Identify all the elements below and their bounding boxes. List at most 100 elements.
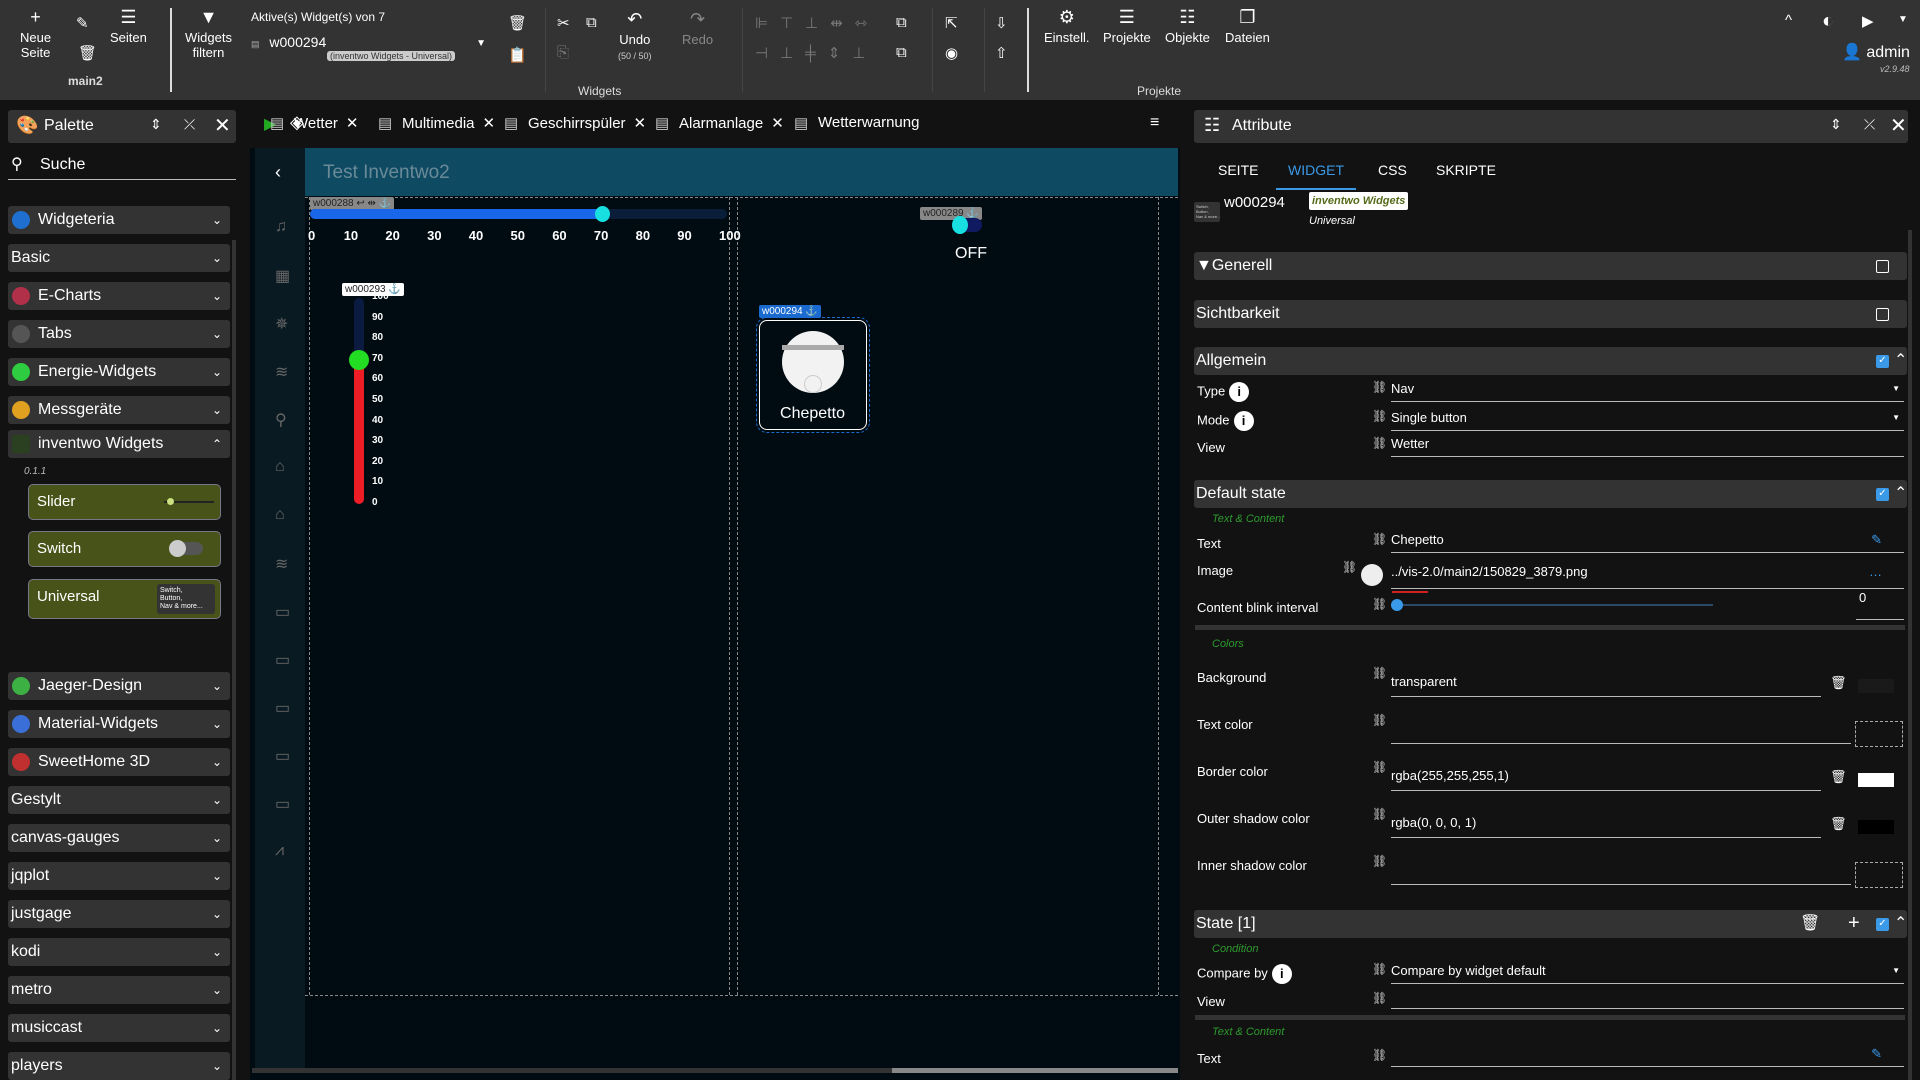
color-input[interactable]: rgba(0, 0, 0, 1) <box>1391 812 1821 838</box>
objects-button[interactable]: ☷ Objekte <box>1165 8 1210 45</box>
copy-icon[interactable]: ⧉ <box>586 14 597 31</box>
section-state-1[interactable]: State [1] 🗑 + ✓ ⌃ <box>1194 910 1907 938</box>
nav-icon[interactable]: ▭ <box>275 794 290 814</box>
tab-view[interactable]: ▤ Wetterwarnung <box>794 114 919 132</box>
delete-widget-icon[interactable]: 🗑 <box>508 14 527 32</box>
palette-group[interactable]: Widgeteria ⌄ <box>8 206 230 234</box>
universal-nav-button[interactable]: Chepetto <box>756 317 870 433</box>
color-swatch[interactable] <box>1858 773 1894 787</box>
color-swatch[interactable] <box>1858 820 1894 834</box>
blink-input[interactable]: 0 <box>1856 590 1904 620</box>
link-icon[interactable]: ⛓ <box>1372 713 1387 727</box>
info-icon[interactable]: i <box>1233 411 1254 431</box>
collapse-all-icon[interactable]: ⤫ <box>184 116 195 133</box>
delete-icon[interactable]: 🗑 <box>1830 816 1847 832</box>
weather-warning-icon[interactable]: ≋ <box>275 554 288 574</box>
tab-seite[interactable]: SEITE <box>1206 162 1270 188</box>
weather-icon[interactable]: ≋ <box>275 362 288 382</box>
pages-button[interactable]: ☰ Seiten <box>110 8 147 45</box>
tab-css[interactable]: CSS <box>1366 162 1419 188</box>
expand-all-icon[interactable]: ⇕ <box>1830 116 1842 133</box>
link-icon[interactable]: ⛓ <box>1372 532 1387 546</box>
close-icon[interactable]: ✕ <box>1890 113 1907 138</box>
widget-select[interactable]: ▤ w000294 ▼ (inventwo Widgets - Universa… <box>251 34 486 62</box>
eye-icon[interactable]: ◉ <box>945 44 958 62</box>
image-input[interactable]: ../vis-2.0/main2/150829_3879.png… <box>1391 561 1904 589</box>
redo-button[interactable]: ↷ Redo <box>682 10 713 47</box>
new-page-button[interactable]: + Neue Seite <box>20 8 51 60</box>
horizontal-slider[interactable] <box>310 206 727 222</box>
color-input[interactable]: transparent <box>1391 671 1821 697</box>
export-icon[interactable]: ⇧ <box>995 44 1008 62</box>
palette-group[interactable]: Tabs ⌄ <box>8 320 230 348</box>
nav-icon[interactable]: ▭ <box>275 746 290 766</box>
text-input[interactable]: Chepetto ✎ <box>1391 529 1904 553</box>
search-icon[interactable]: ⚲ <box>275 410 287 430</box>
send-back-icon[interactable]: ⧉ <box>896 44 907 61</box>
link-icon[interactable]: ⛓ <box>1372 854 1387 868</box>
dishwasher-icon[interactable]: ▦ <box>275 266 290 286</box>
tab-view[interactable]: ▤ Alarmanlage ✕ <box>655 114 784 132</box>
palette-group[interactable]: Messgeräte ⌄ <box>8 396 230 424</box>
close-icon[interactable]: ✕ <box>634 115 647 132</box>
toggle-switch[interactable] <box>952 216 982 234</box>
state-text-input[interactable]: ✎ <box>1391 1043 1904 1067</box>
link-icon[interactable]: ⛓ <box>1372 760 1387 774</box>
link-icon[interactable]: ⛓ <box>1372 1048 1387 1062</box>
nav-icon[interactable]: ▭ <box>275 650 290 670</box>
tab-view[interactable]: ▤ Wetter ✕ <box>270 114 358 132</box>
view-input[interactable]: Wetter <box>1391 433 1904 457</box>
expand-all-icon[interactable]: ⇕ <box>150 116 162 133</box>
link-icon[interactable]: ⛓ <box>1372 962 1387 976</box>
align-icons-row1[interactable]: ⊫⊤⊥⇹⇿ <box>755 14 879 32</box>
checkbox[interactable] <box>1876 260 1889 273</box>
tab-view[interactable]: ▤ Geschirrspüler ✕ <box>504 114 647 132</box>
link-icon[interactable]: ⛓ <box>1342 560 1357 574</box>
palette-group-inventwo[interactable]: inventwo Widgets ⌃ <box>8 430 230 458</box>
palette-group[interactable]: players ⌄ <box>8 1052 230 1080</box>
chevron-down-icon[interactable]: ▼ <box>1898 14 1908 25</box>
link-icon[interactable]: ⛓ <box>1372 991 1387 1005</box>
palette-group[interactable]: kodi ⌄ <box>8 938 230 966</box>
info-icon[interactable]: i <box>1229 382 1250 402</box>
home-icon[interactable]: ⌂ <box>275 506 285 524</box>
plus-icon[interactable]: + <box>1848 909 1860 937</box>
files-button[interactable]: ❐ Dateien <box>1225 8 1270 45</box>
user-menu[interactable]: 👤 admin <box>1842 42 1910 62</box>
delete-page-icon[interactable]: 🗑 <box>78 44 97 62</box>
bring-front-icon[interactable]: ⧉ <box>896 14 907 31</box>
info-icon[interactable]: i <box>1271 964 1292 984</box>
link-icon[interactable]: ⛓ <box>1372 436 1387 450</box>
palette-group[interactable]: justgage ⌄ <box>8 900 230 928</box>
undo-button[interactable]: ↶ Undo (50 / 50) <box>618 10 652 64</box>
palette-group[interactable]: Energie-Widgets ⌄ <box>8 358 230 386</box>
color-swatch[interactable] <box>1855 721 1903 747</box>
edit-page-icon[interactable]: ✎ <box>76 14 89 32</box>
align-icons-row2[interactable]: ⊣⊥╪⇕⊥ <box>755 44 877 62</box>
link-icon[interactable]: ⛓ <box>1372 597 1387 611</box>
collapse-all-icon[interactable]: ⤫ <box>1864 116 1875 133</box>
palette-group[interactable]: Gestylt ⌄ <box>8 786 230 814</box>
palette-group[interactable]: metro ⌄ <box>8 976 230 1004</box>
house-icon[interactable]: ⌂ <box>275 458 285 476</box>
browse-icon[interactable]: … <box>1869 561 1882 583</box>
link-icon[interactable]: ⛓ <box>1372 807 1387 821</box>
link-icon[interactable]: ⛓ <box>1372 409 1387 423</box>
theme-toggle-icon[interactable]: ◐ <box>1822 10 1834 33</box>
section-sichtbarkeit[interactable]: Sichtbarkeit <box>1194 300 1907 328</box>
clipboard-icon[interactable]: ⎘ <box>557 44 569 61</box>
state-view-input[interactable] <box>1391 985 1904 1009</box>
link-icon[interactable]: ⛓ <box>1372 380 1387 394</box>
alarm-icon[interactable]: ✵ <box>275 314 288 334</box>
edit-icon[interactable]: ✎ <box>1871 1043 1882 1065</box>
color-input[interactable]: rgba(255,255,255,1) <box>1391 765 1821 791</box>
attributes-scrollbar[interactable] <box>1908 230 1912 1080</box>
filter-widgets-button[interactable]: ▼ Widgets filtern <box>185 8 232 60</box>
section-default-state[interactable]: Default state ✓ ⌃ <box>1194 480 1907 508</box>
palette-group[interactable]: canvas-gauges ⌄ <box>8 824 230 852</box>
palette-group[interactable]: musiccast ⌄ <box>8 1014 230 1042</box>
blink-slider[interactable] <box>1391 599 1713 611</box>
close-icon[interactable]: ✕ <box>483 115 496 132</box>
widget-switch[interactable]: Switch <box>28 531 221 567</box>
open-external-icon[interactable]: ⇱ <box>945 14 958 32</box>
